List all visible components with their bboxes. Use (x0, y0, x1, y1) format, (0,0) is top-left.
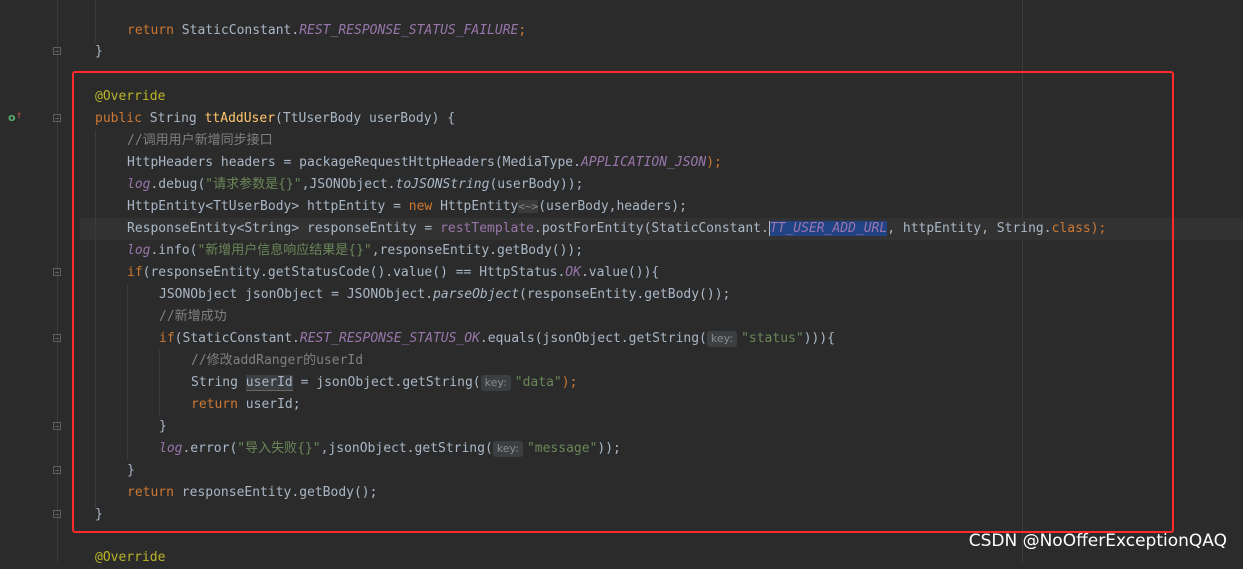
fold-marker-icon[interactable] (53, 334, 61, 342)
code-line: return StaticConstant.REST_RESPONSE_STAT… (127, 23, 527, 38)
highlight-annotation-box (72, 71, 1174, 533)
override-arrow-icon[interactable]: ↑ (16, 111, 22, 121)
fold-marker-icon[interactable] (53, 47, 61, 55)
indent-guide (95, 0, 96, 42)
gutter-fold-line (57, 0, 58, 562)
fold-marker-icon[interactable] (53, 510, 61, 518)
fold-marker-icon[interactable] (53, 422, 61, 430)
fold-marker-icon[interactable] (53, 268, 61, 276)
fold-marker-icon[interactable] (53, 114, 61, 122)
code-line: @Override (95, 550, 166, 565)
fold-marker-icon[interactable] (53, 466, 61, 474)
code-line: } (95, 44, 103, 59)
editor-gutter (0, 0, 80, 562)
csdn-watermark: CSDN @NoOfferExceptionQAQ (968, 531, 1227, 551)
